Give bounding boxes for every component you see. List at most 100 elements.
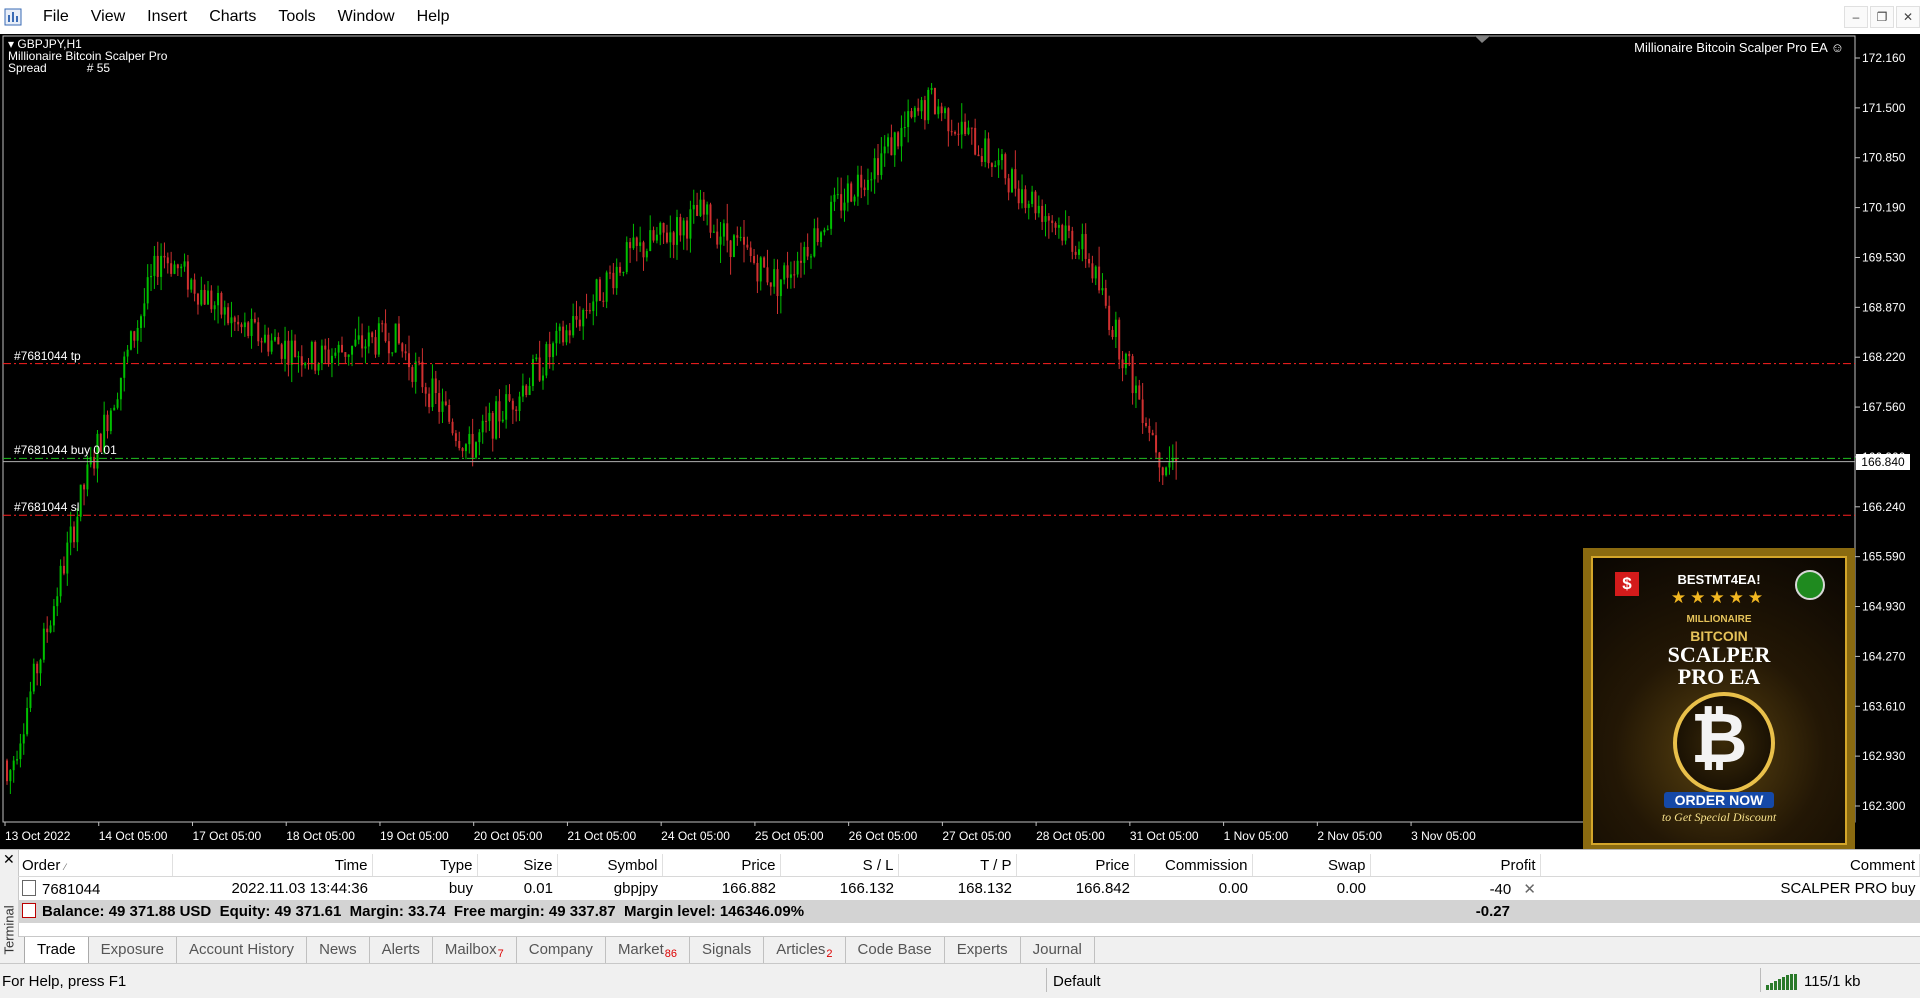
tab-market[interactable]: Market86 — [606, 937, 691, 964]
restore-icon[interactable]: ❐ — [1870, 6, 1894, 28]
bear-candle — [786, 265, 789, 278]
tab-code-base[interactable]: Code Base — [846, 937, 945, 964]
ad-order-now-button[interactable]: ORDER NOW — [1664, 792, 1774, 808]
metatrader-app-icon[interactable] — [4, 7, 24, 27]
bull-candle — [732, 235, 735, 257]
tab-account-history[interactable]: Account History — [177, 937, 308, 964]
bull-candle — [779, 279, 782, 297]
column-header[interactable]: T / P — [898, 854, 1017, 877]
bear-candle — [910, 111, 913, 118]
tab-alerts[interactable]: Alerts — [370, 937, 433, 964]
close-icon[interactable]: ✕ — [1896, 6, 1920, 28]
bear-candle — [1051, 220, 1054, 224]
tab-label: Mailbox — [444, 941, 497, 958]
tab-experts[interactable]: Experts — [945, 937, 1021, 964]
column-header[interactable]: S / L — [780, 854, 899, 877]
bear-candle — [1024, 189, 1027, 208]
tab-trade[interactable]: Trade — [24, 937, 89, 964]
bear-candle — [1071, 230, 1074, 252]
tab-signals[interactable]: Signals — [690, 937, 765, 964]
bear-candle — [629, 242, 632, 249]
tab-label: Journal — [1032, 941, 1082, 958]
column-header[interactable]: Price — [662, 854, 781, 877]
connection-signal-icon — [1766, 973, 1798, 990]
menu-window[interactable]: Window — [327, 0, 406, 34]
time-tick-label: 31 Oct 05:00 — [1130, 829, 1199, 843]
menu-insert[interactable]: Insert — [136, 0, 198, 34]
bull-candle — [813, 228, 816, 257]
bear-candle — [548, 344, 551, 358]
status-divider — [1046, 968, 1047, 992]
chart-window[interactable]: 172.160 171.500 170.850 170.190 169.530 168.8… — [0, 34, 1920, 853]
tab-label: Signals — [702, 941, 752, 958]
bear-candle — [917, 107, 920, 112]
tab-journal[interactable]: Journal — [1021, 937, 1095, 964]
tab-label: Account History — [189, 941, 295, 958]
bull-candle — [391, 352, 394, 354]
bear-candle — [1104, 288, 1107, 306]
column-header[interactable]: Order ⁄ — [18, 854, 173, 877]
bear-candle — [418, 361, 421, 363]
bear-candle — [1034, 191, 1037, 214]
bull-candle — [873, 158, 876, 180]
bull-candle — [967, 127, 970, 135]
bear-candle — [458, 441, 461, 449]
close-order-icon[interactable]: ✕ — [1523, 881, 1536, 898]
bear-candle — [609, 272, 611, 274]
ad-inner: $ BESTMT4EA! ★★★★★ MILLIONAIRE BITCOIN S… — [1591, 556, 1847, 845]
bull-candle — [129, 331, 132, 350]
column-header[interactable]: Symbol — [557, 854, 663, 877]
ad-banner[interactable]: $ BESTMT4EA! ★★★★★ MILLIONAIRE BITCOIN S… — [1583, 548, 1855, 853]
column-header[interactable]: Time — [172, 854, 373, 877]
bull-candle — [86, 464, 89, 490]
bull-candle — [706, 204, 709, 215]
bull-candle — [12, 760, 15, 771]
tab-label: Market — [617, 941, 664, 958]
bull-candle — [1044, 216, 1047, 222]
column-header[interactable]: Type — [372, 854, 478, 877]
tab-mailbox[interactable]: Mailbox7 — [433, 937, 517, 964]
tab-news[interactable]: News — [307, 937, 370, 964]
column-header[interactable]: Size — [477, 854, 558, 877]
close-icon[interactable]: ✕ — [3, 852, 15, 866]
bull-candle — [803, 246, 806, 263]
menu-charts[interactable]: Charts — [198, 0, 267, 34]
bear-candle — [163, 255, 166, 258]
tab-company[interactable]: Company — [517, 937, 606, 964]
status-profile[interactable]: Default — [1053, 973, 1101, 990]
bull-candle — [42, 628, 45, 660]
connection-status[interactable]: 115/1 kb — [1766, 973, 1860, 990]
time-tick-label: 28 Oct 05:00 — [1036, 829, 1105, 843]
bull-candle — [518, 396, 521, 412]
tab-articles[interactable]: Articles2 — [764, 937, 846, 964]
column-header[interactable]: Comment — [1540, 854, 1920, 877]
bear-candle — [890, 137, 893, 156]
time-tick-label: 13 Oct 2022 — [5, 829, 71, 843]
tab-label: Trade — [37, 941, 76, 958]
order-commission: 0.00 — [1218, 880, 1248, 897]
menu-help[interactable]: Help — [406, 0, 461, 34]
bull-candle — [16, 759, 19, 761]
bull-candle — [116, 399, 119, 408]
column-header[interactable]: Swap — [1252, 854, 1371, 877]
expert-advisor-label[interactable]: Millionaire Bitcoin Scalper Pro EA ☺ — [1634, 40, 1844, 55]
minimize-icon[interactable]: – — [1844, 6, 1868, 28]
menu-tools[interactable]: Tools — [267, 0, 326, 34]
column-header[interactable]: Price — [1016, 854, 1135, 877]
column-header[interactable]: Commission — [1134, 854, 1253, 877]
bear-candle — [277, 337, 280, 345]
bull-candle — [464, 444, 467, 452]
bull-candle — [32, 663, 35, 692]
bear-candle — [491, 412, 494, 439]
bull-candle — [880, 153, 883, 176]
bull-candle — [944, 108, 946, 114]
tab-exposure[interactable]: Exposure — [89, 937, 178, 964]
bear-candle — [1017, 188, 1020, 204]
menu-view[interactable]: View — [80, 0, 136, 34]
table-row[interactable]: 7681044 2022.11.03 13:44:36 buy 0.01 gbp… — [18, 877, 1920, 901]
bear-candle — [166, 257, 169, 264]
menu-file[interactable]: File — [32, 0, 80, 34]
column-header[interactable]: Profit — [1370, 854, 1541, 877]
bull-candle — [1078, 249, 1080, 255]
bull-candle — [907, 111, 910, 128]
